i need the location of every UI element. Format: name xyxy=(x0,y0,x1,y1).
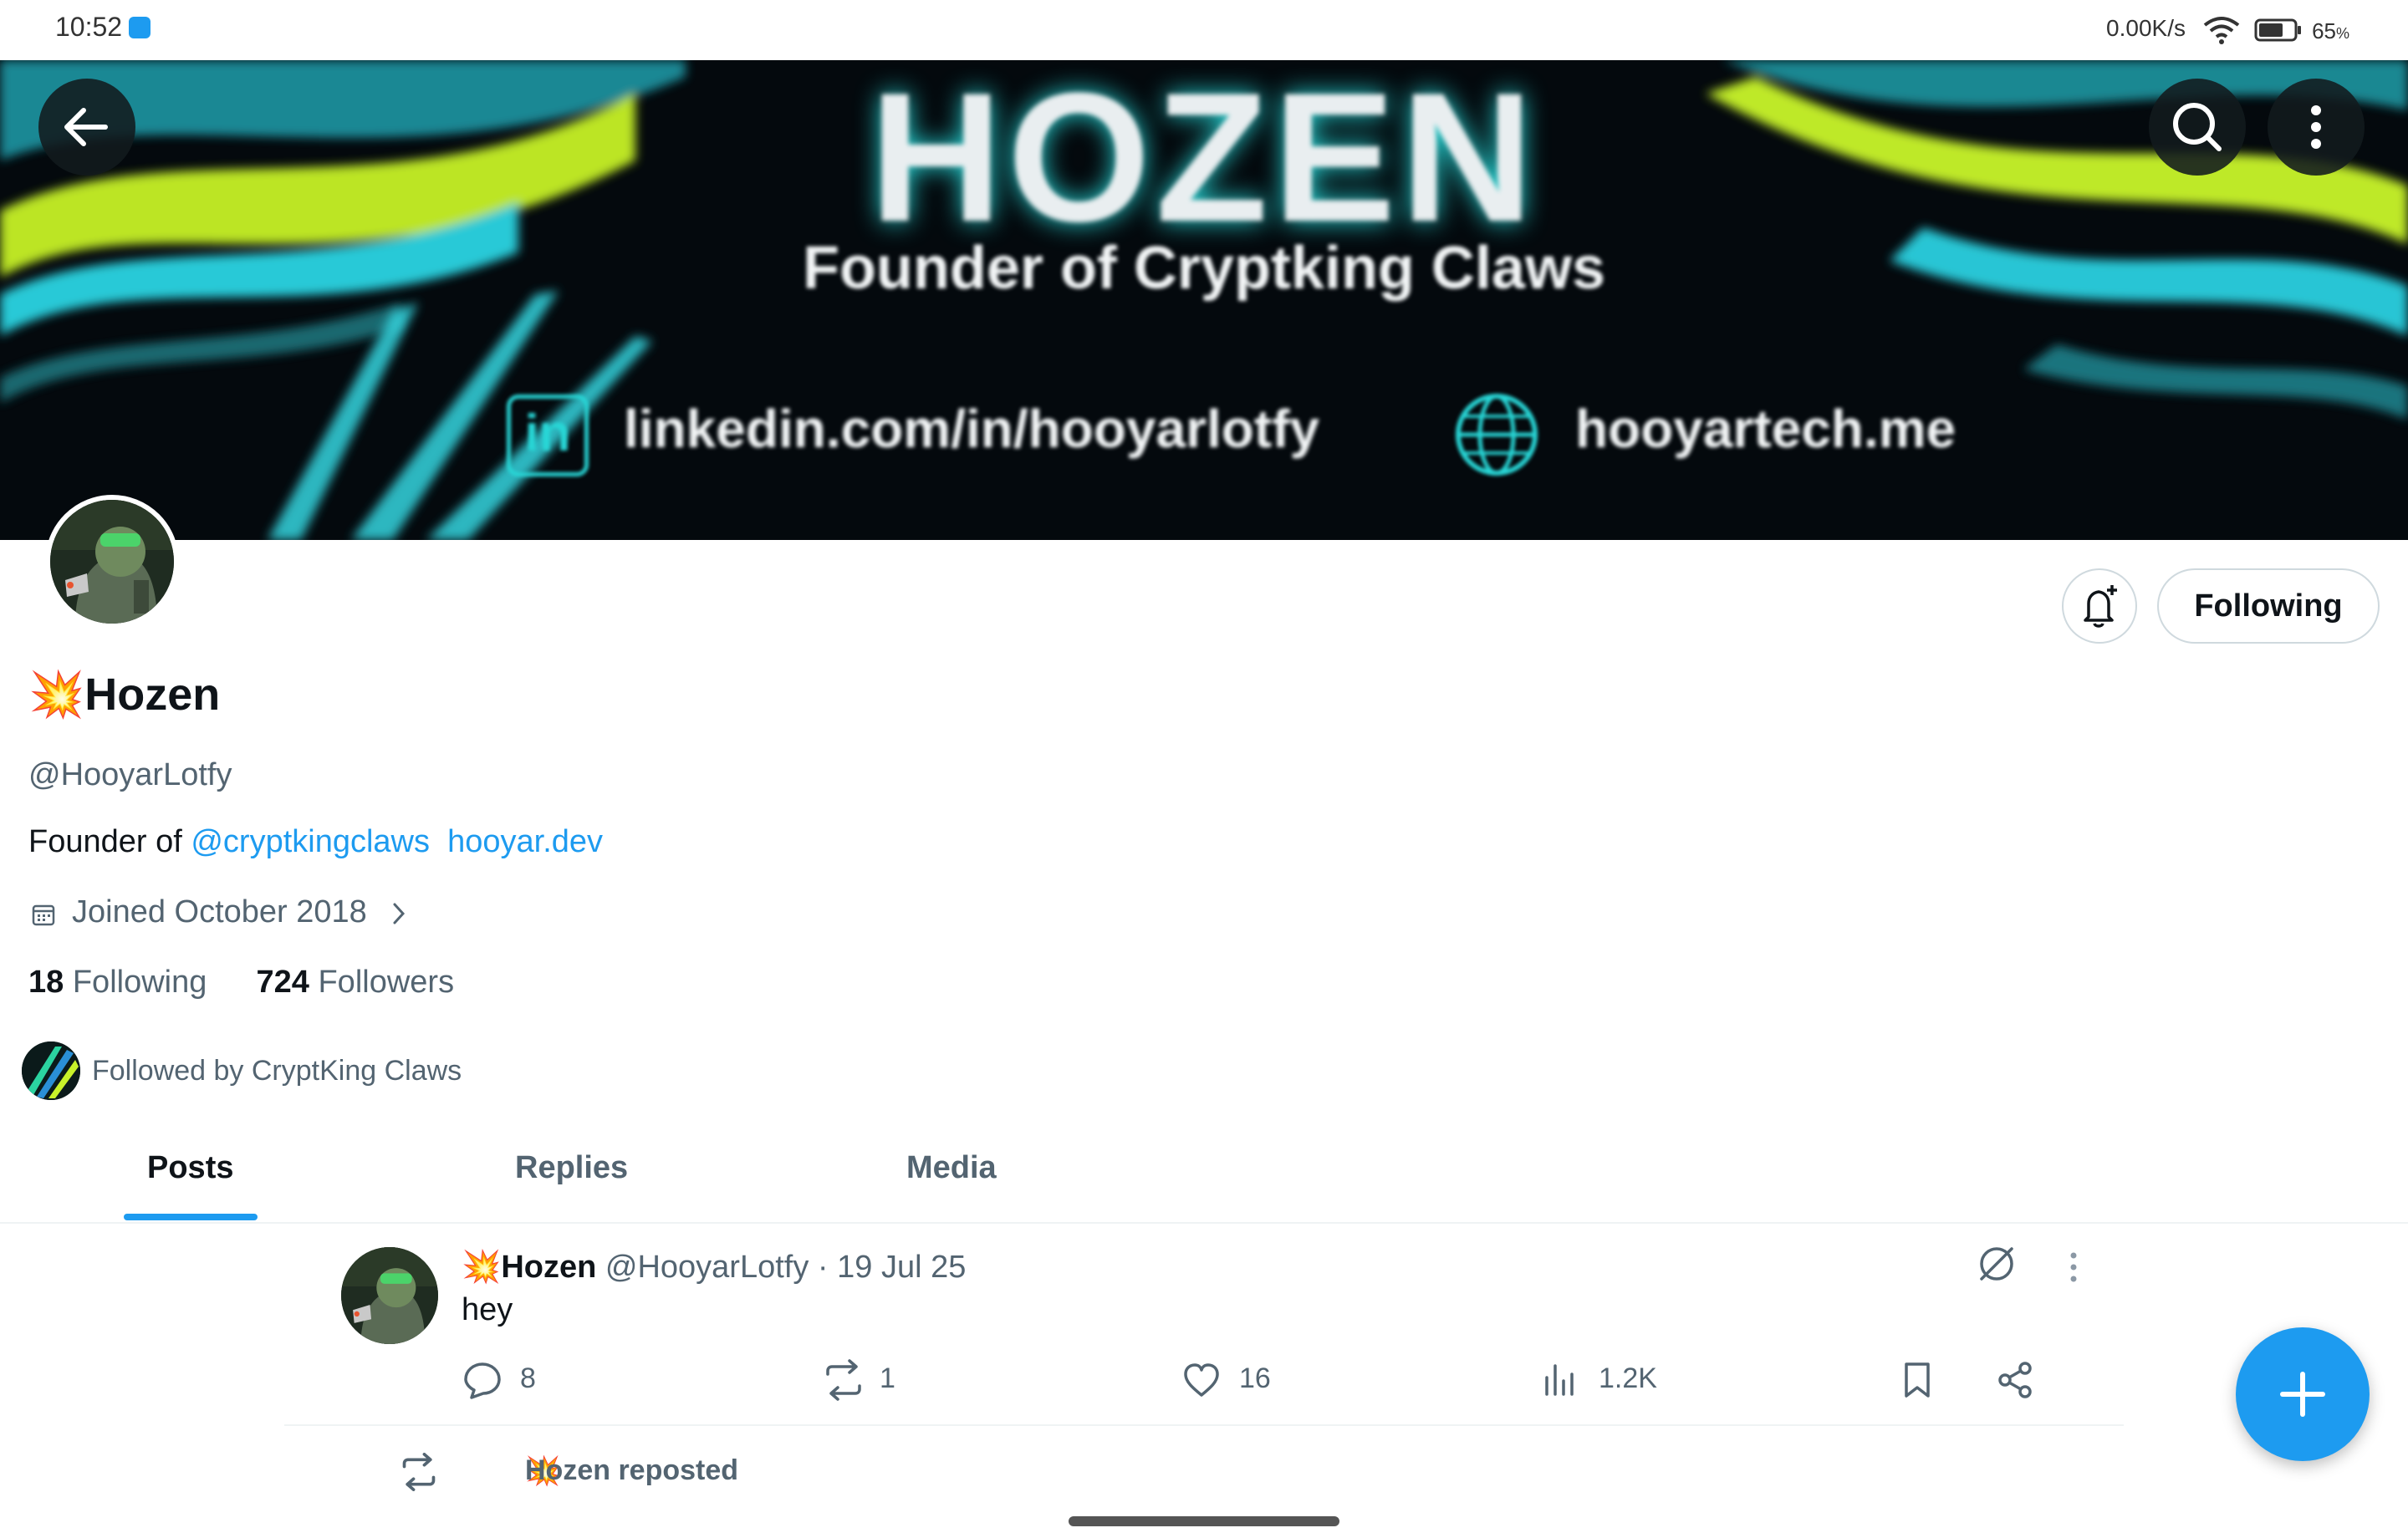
post-date[interactable]: 19 Jul 25 xyxy=(837,1250,966,1285)
bio-mention-link[interactable]: @cryptkingclaws xyxy=(191,824,430,859)
post-more-icon[interactable] xyxy=(2059,1249,2089,1286)
globe-icon xyxy=(1456,394,1538,476)
repost-count: 1 xyxy=(880,1362,895,1394)
tab-replies[interactable]: Replies xyxy=(515,1150,628,1186)
explosion-emoji: 💥 xyxy=(28,670,85,720)
plus-icon xyxy=(2280,1372,2325,1417)
share-icon xyxy=(1998,1362,2032,1398)
profile-avatar[interactable] xyxy=(45,495,179,629)
share-button[interactable] xyxy=(1995,1354,2037,1404)
home-indicator[interactable] xyxy=(1069,1516,1339,1526)
bookmark-button[interactable] xyxy=(1896,1354,1938,1404)
post-header: 💥Hozen @HooyarLotfy · 19 Jul 25 xyxy=(462,1250,967,1285)
profile-tabs: Posts Replies Media xyxy=(0,1120,2408,1224)
followers-count-link[interactable]: 724 Followers xyxy=(257,965,455,1000)
repost-icon xyxy=(826,1359,861,1401)
repost-icon xyxy=(402,1453,436,1491)
network-speed: 0.00K/s xyxy=(2106,15,2186,41)
profile-bio: Founder of @cryptkingclaws hooyar.dev xyxy=(28,824,604,859)
like-icon xyxy=(1184,1363,1219,1397)
profile-banner: HOZEN Founder of Cryptking Claws in link… xyxy=(0,60,2408,540)
back-arrow-icon xyxy=(64,108,108,146)
banner-linkedin-text: linkedin.com/in/hooyarlotfy xyxy=(624,399,1320,459)
banner-subtitle: Founder of Cryptking Claws xyxy=(802,235,1606,302)
linkedin-icon: in xyxy=(507,395,589,476)
banner-title: HOZEN xyxy=(870,60,1538,260)
active-tab-indicator xyxy=(124,1214,258,1220)
views-count: 1.2K xyxy=(1599,1362,1657,1394)
notification-app-icon xyxy=(129,17,150,38)
views-icon xyxy=(1545,1364,1574,1396)
followed-by-text: Followed by CryptKing Claws xyxy=(92,1055,462,1087)
like-count: 16 xyxy=(1239,1362,1271,1394)
profile-name: 💥Hozen xyxy=(28,670,221,720)
calendar-icon xyxy=(32,904,55,926)
reply-icon xyxy=(464,1362,501,1399)
post-author-handle: @HooyarLotfy xyxy=(605,1250,809,1285)
wifi-icon xyxy=(2203,17,2240,44)
joined-date: Joined October 2018 xyxy=(72,894,367,929)
grok-icon[interactable] xyxy=(1973,1240,2020,1287)
bookmark-icon xyxy=(1905,1362,1930,1398)
banner-website-text: hooyartech.me xyxy=(1575,399,1956,459)
profile-handle: @HooyarLotfy xyxy=(28,757,232,792)
reply-count: 8 xyxy=(520,1362,536,1394)
bio-website-link[interactable]: hooyar.dev xyxy=(447,824,603,859)
post-text: hey xyxy=(462,1292,513,1327)
avatar-image xyxy=(50,500,174,624)
search-icon xyxy=(2173,103,2222,151)
tab-posts[interactable]: Posts xyxy=(147,1150,233,1186)
status-time: 10:52 xyxy=(55,12,123,42)
chevron-right-icon xyxy=(393,903,406,924)
compose-post-button[interactable] xyxy=(2236,1327,2370,1461)
status-bar: 10:52 0.00K/s 65% xyxy=(0,0,2408,60)
tab-media[interactable]: Media xyxy=(906,1150,997,1186)
follow-stats: 18 Following 724 Followers xyxy=(28,965,454,1001)
bell-plus-icon xyxy=(2084,585,2117,628)
post-author-name[interactable]: Hozen xyxy=(501,1250,596,1285)
following-button[interactable]: Following xyxy=(2157,568,2380,644)
post-actions: 8 1 16 1.2K xyxy=(462,1354,2050,1404)
back-button[interactable] xyxy=(38,79,135,176)
more-options-button[interactable] xyxy=(2268,79,2365,176)
more-vertical-icon xyxy=(2311,105,2321,149)
post-divider xyxy=(284,1424,2124,1426)
search-button[interactable] xyxy=(2149,79,2246,176)
battery-icon xyxy=(2254,18,2301,42)
notifications-bell-button[interactable] xyxy=(2062,568,2137,644)
post-author-avatar[interactable] xyxy=(341,1247,438,1344)
followed-by-avatar xyxy=(22,1041,80,1100)
following-count-link[interactable]: 18 Following xyxy=(28,965,207,1000)
battery-percent: 65% xyxy=(2312,18,2349,43)
